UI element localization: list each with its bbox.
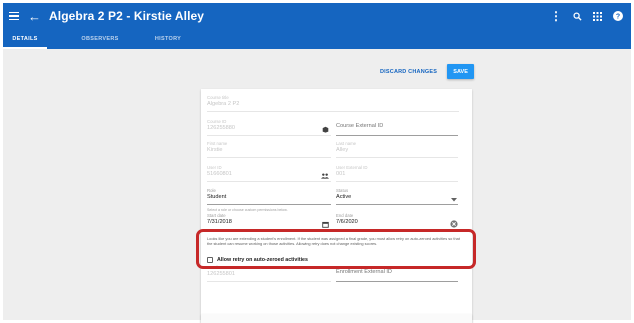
date-clear-icon[interactable]: [450, 220, 458, 228]
course-external-id-underline: [336, 135, 458, 136]
more-vert-icon[interactable]: ⋮: [550, 9, 562, 23]
tab-details-label: DETAILS: [12, 36, 38, 42]
header-actions: ⋮ ?: [550, 9, 623, 23]
enrollment-id-underline: [207, 281, 331, 282]
first-name-underline: [207, 157, 331, 158]
start-date-label: Start date: [207, 213, 226, 218]
tab-details[interactable]: DETAILS: [3, 29, 47, 49]
last-name-underline: [336, 157, 458, 158]
role-value: Student: [207, 194, 227, 200]
first-name-label: First name: [207, 141, 228, 146]
last-name-value: Alley: [336, 147, 349, 153]
tab-history-label: HISTORY: [154, 36, 182, 42]
tab-observers[interactable]: OBSERVERS: [75, 29, 125, 49]
help-icon[interactable]: ?: [613, 11, 623, 21]
app-window: ← Algebra 2 P2 - Kirstie Alley ⋮ ? DETAI…: [0, 0, 634, 323]
user-id-field: User ID 51660801: [207, 165, 331, 182]
course-id-value: 126255880: [207, 125, 235, 131]
first-name-field: First name Kirstie: [207, 141, 331, 158]
course-id-underline: [207, 135, 331, 136]
enrollment-id-value: 126255801: [207, 271, 235, 277]
save-button[interactable]: SAVE: [447, 64, 475, 79]
back-arrow-icon[interactable]: ←: [28, 10, 41, 23]
status-label: Status: [336, 188, 349, 193]
user-external-id-value: 001: [336, 171, 346, 177]
form-actions: DISCARD CHANGES SAVE: [380, 64, 475, 79]
role-hint: Select a role or choose custom permissio…: [207, 208, 288, 212]
course-title-field: Course title Algebra 2 P2: [207, 95, 459, 112]
app-header: ← Algebra 2 P2 - Kirstie Alley ⋮ ?: [3, 3, 631, 29]
last-name-field: Last name Alley: [336, 141, 458, 158]
course-title-label: Course title: [207, 95, 229, 100]
course-id-field: Course ID 126255880: [207, 119, 331, 136]
status-select[interactable]: Status Active: [336, 188, 458, 205]
user-id-underline: [207, 181, 331, 182]
role-label: Role: [207, 188, 216, 193]
tab-bar: DETAILS OBSERVERS HISTORY: [3, 29, 631, 49]
svg-text:?: ?: [616, 14, 620, 21]
status-value: Active: [336, 194, 352, 200]
course-external-id-input[interactable]: Course External ID: [336, 123, 458, 129]
secondary-card: [201, 314, 472, 323]
start-date-value: 7/31/2018: [207, 219, 232, 225]
user-external-id-underline: [336, 181, 458, 182]
user-external-id-label: User External ID: [336, 165, 368, 170]
tab-observers-label: OBSERVERS: [81, 36, 119, 42]
people-icon: [321, 173, 329, 179]
start-date-field[interactable]: Start date 7/31/2018: [207, 213, 331, 230]
end-date-field[interactable]: End date 7/6/2020: [336, 213, 458, 230]
book-icon: [322, 126, 329, 133]
user-id-label: User ID: [207, 165, 222, 170]
enrollment-external-id-underline: [336, 281, 458, 282]
first-name-value: Kirstie: [207, 147, 223, 153]
page-title: Algebra 2 P2 - Kirstie Alley: [49, 9, 205, 23]
status-underline: [336, 204, 458, 205]
course-id-label: Course ID: [207, 119, 227, 124]
dropdown-arrow-icon[interactable]: [451, 198, 457, 202]
tab-history[interactable]: HISTORY: [148, 29, 188, 49]
enrollment-external-id-input[interactable]: Enrollment External ID: [336, 269, 458, 275]
apps-grid-icon[interactable]: [593, 11, 602, 21]
last-name-label: Last name: [336, 141, 357, 146]
course-title-value: Algebra 2 P2: [207, 101, 240, 107]
calendar-icon[interactable]: [322, 221, 329, 228]
role-select[interactable]: Role Student: [207, 188, 331, 205]
menu-icon[interactable]: [9, 11, 21, 21]
role-underline: [207, 204, 331, 205]
end-date-label: End date: [336, 213, 354, 218]
end-date-value: 7/6/2020: [336, 219, 358, 225]
user-id-value: 51660801: [207, 171, 232, 177]
callout-highlight: [196, 229, 476, 269]
course-title-underline: [207, 111, 459, 112]
user-external-id-field: User External ID 001: [336, 165, 458, 182]
search-icon[interactable]: [573, 11, 582, 21]
discard-changes-button[interactable]: DISCARD CHANGES: [380, 69, 437, 75]
course-external-id-field[interactable]: Course External ID: [336, 119, 458, 136]
